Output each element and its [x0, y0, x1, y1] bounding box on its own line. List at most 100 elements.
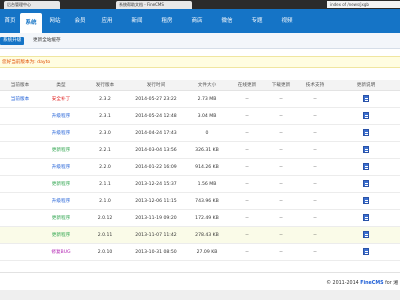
type-cell: 更新程序 — [51, 182, 71, 187]
version-cell: 2.0.12 — [97, 215, 113, 221]
download-cell: -- — [279, 232, 283, 238]
notes-cell — [332, 125, 400, 142]
time-cell: 2013-12-24 15:37 — [135, 181, 177, 187]
table-row: 更新程序 2.0.11 2013-11-07 11:42 278.43 KB -- -- -… — [0, 226, 400, 244]
footer: © 2011-2014 FineCMS for 湘 — [0, 272, 400, 291]
support-cell: -- — [313, 147, 317, 153]
support-cell: -- — [313, 130, 317, 136]
notes-cell — [332, 227, 400, 244]
version-cell: 2.3.2 — [99, 96, 111, 102]
type-cell: 升级程序 — [51, 165, 71, 170]
top-nav: 首页 系统 网站 会员 应用 新闻 租房 商店 微信 专题 视频 — [0, 9, 400, 33]
table-row: 升级程序 2.3.1 2014-05-24 12:48 3.04 MB -- -- -- — [0, 108, 400, 125]
document-icon[interactable] — [363, 247, 369, 255]
copyright: © 2011-2014 FineCMS for 湘 — [326, 281, 398, 286]
nav-item[interactable]: 微信 — [212, 15, 242, 27]
time-cell: 2014-05-27 23:22 — [135, 96, 177, 102]
support-cell: -- — [313, 164, 317, 170]
brand-link[interactable]: FineCMS — [360, 281, 383, 286]
online-cell: -- — [245, 147, 249, 153]
current-version-cell — [0, 142, 40, 159]
type-cell: 升级程序 — [51, 131, 71, 136]
time-cell: 2014-03-04 13:56 — [135, 147, 177, 153]
document-icon[interactable] — [363, 128, 369, 136]
col-time: 发行时间 — [128, 80, 184, 91]
support-cell: -- — [313, 249, 317, 255]
time-cell: 2014-05-24 12:48 — [135, 113, 177, 119]
version-cell: 2.1.1 — [99, 181, 111, 187]
col-notes: 更新说明 — [332, 80, 400, 91]
document-icon[interactable] — [363, 162, 369, 170]
size-cell: 326.31 KB — [195, 147, 219, 153]
time-cell: 2013-11-07 11:42 — [135, 232, 177, 238]
col-online: 在线更新 — [230, 80, 264, 91]
table-row: 修复BUG 2.0.10 2013-10-31 08:50 27.09 KB -- -- -… — [0, 244, 400, 261]
nav-item-active[interactable]: 系统 — [20, 13, 42, 33]
current-version-cell — [0, 227, 40, 244]
notes-cell — [332, 193, 400, 210]
version-cell: 2.2.1 — [99, 147, 111, 153]
document-icon[interactable] — [363, 94, 369, 102]
download-cell: -- — [279, 181, 283, 187]
size-cell: 1.56 MB — [197, 181, 217, 187]
document-icon[interactable] — [363, 213, 369, 221]
browser-tab[interactable]: 系统帮助文档 - FineCMS — [116, 1, 192, 9]
type-cell: 升级程序 — [51, 199, 71, 204]
document-icon[interactable] — [363, 111, 369, 119]
nav-item[interactable]: 网站 — [42, 15, 68, 27]
type-cell: 更新程序 — [51, 148, 71, 153]
nav-item[interactable]: 商店 — [182, 15, 212, 27]
size-cell: 278.43 KB — [195, 232, 219, 238]
version-cell: 2.2.0 — [99, 164, 111, 170]
version-notice: 您好当前版本为: dayto — [0, 56, 400, 68]
version-cell: 2.3.1 — [99, 113, 111, 119]
current-version-cell — [0, 244, 40, 261]
upgrade-table: 当前版本 类型 发行版本 发行时间 文件大小 在线更新 下载更新 技术支持 更新… — [0, 80, 400, 261]
nav-item[interactable]: 应用 — [92, 15, 122, 27]
col-size: 文件大小 — [184, 80, 230, 91]
notes-cell — [332, 142, 400, 159]
current-version-cell — [0, 176, 40, 193]
subnav-item[interactable]: 更新全站缓存 — [30, 37, 64, 45]
download-cell: -- — [279, 96, 283, 102]
current-version-cell — [0, 125, 40, 142]
nav-item[interactable]: 视频 — [272, 15, 302, 27]
type-cell: 更新程序 — [51, 216, 71, 221]
online-cell: -- — [245, 198, 249, 204]
nav-item[interactable]: 专题 — [242, 15, 272, 27]
online-cell: -- — [245, 96, 249, 102]
current-version-cell[interactable]: 当前版本 — [0, 91, 40, 108]
document-icon[interactable] — [363, 196, 369, 204]
browser-tabbar: 后台管理中心 系统帮助文档 - FineCMS index of /news/j… — [0, 0, 400, 9]
table-row: 更新程序 2.0.12 2013-11-19 09:20 172.49 KB -- -- -… — [0, 210, 400, 227]
time-cell: 2014-01-22 16:09 — [135, 164, 177, 170]
current-version-cell — [0, 159, 40, 176]
version-cell: 2.0.10 — [97, 249, 113, 255]
size-cell: 0 — [205, 130, 209, 136]
nav-item[interactable]: 首页 — [0, 15, 20, 27]
size-cell: 2.73 MB — [197, 96, 217, 102]
type-cell: 安全补丁 — [51, 97, 71, 102]
nav-item[interactable]: 新闻 — [122, 15, 152, 27]
online-cell: -- — [245, 113, 249, 119]
download-cell: -- — [279, 198, 283, 204]
current-version-cell — [0, 210, 40, 227]
subnav-item-active[interactable]: 系统升级 — [0, 37, 25, 45]
download-cell: -- — [279, 249, 283, 255]
browser-tab[interactable]: 后台管理中心 — [4, 1, 60, 9]
document-icon[interactable] — [363, 230, 369, 238]
table-row: 升级程序 2.1.0 2013-12-06 11:15 743.96 KB -- -- -- — [0, 193, 400, 210]
document-icon[interactable] — [363, 145, 369, 153]
col-version: 发行版本 — [82, 80, 128, 91]
support-cell: -- — [313, 198, 317, 204]
version-cell: 2.0.11 — [97, 232, 113, 238]
support-cell: -- — [313, 113, 317, 119]
type-cell: 升级程序 — [51, 114, 71, 119]
sub-nav: 系统升级 更新全站缓存 — [0, 33, 400, 49]
support-cell: -- — [313, 96, 317, 102]
nav-item[interactable]: 会员 — [68, 15, 92, 27]
address-bar[interactable]: index of /news/jxgb — [327, 1, 400, 8]
document-icon[interactable] — [363, 179, 369, 187]
time-cell: 2013-10-31 08:50 — [135, 249, 177, 255]
nav-item[interactable]: 租房 — [152, 15, 182, 27]
